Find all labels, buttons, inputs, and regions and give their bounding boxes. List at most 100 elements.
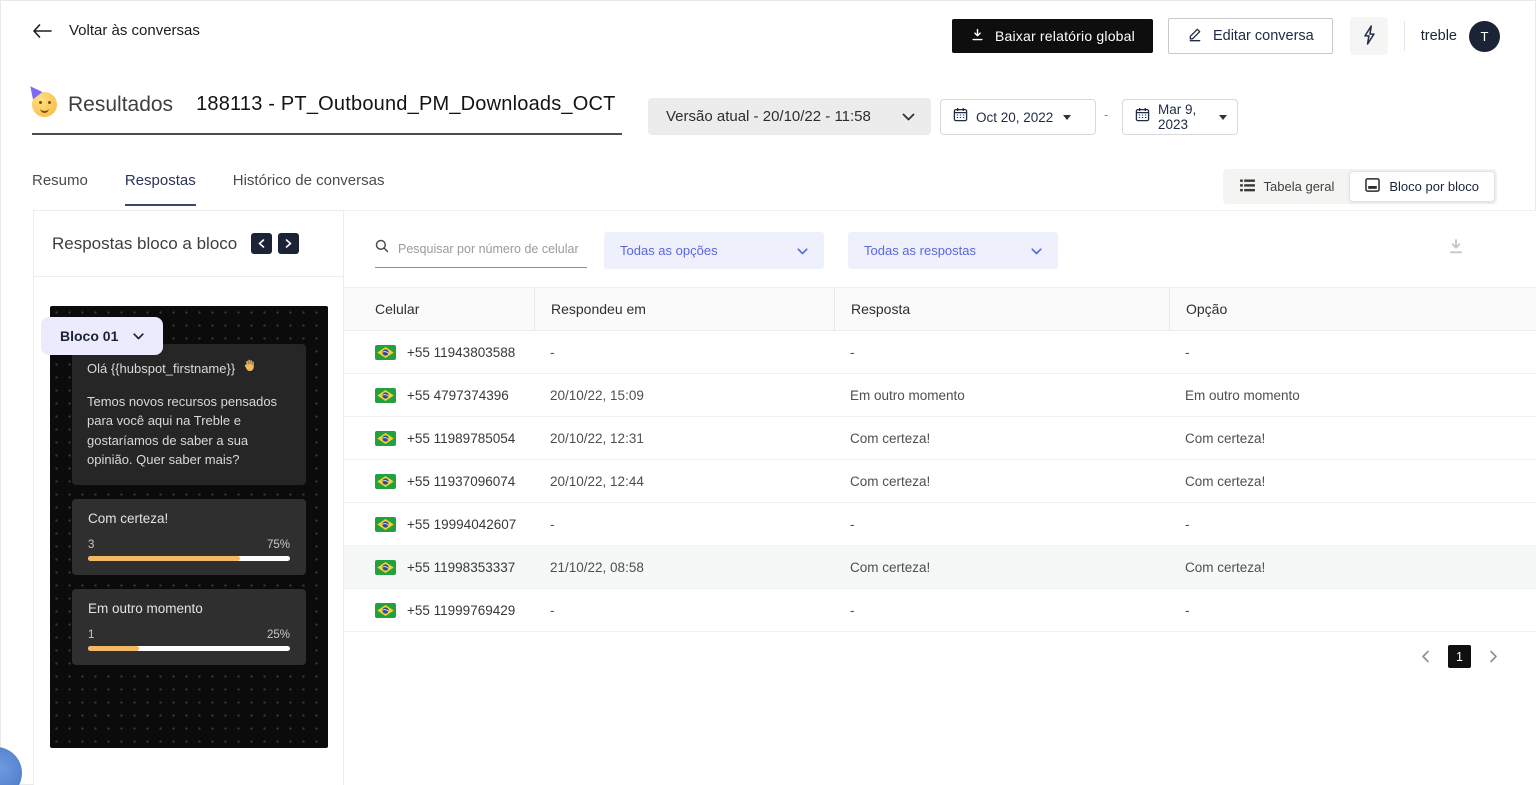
toggle-bloco-por-bloco[interactable]: Bloco por bloco (1349, 171, 1495, 202)
toggle-tabela-geral-label: Tabela geral (1264, 179, 1335, 194)
block-selector-value: Bloco 01 (60, 328, 118, 344)
conversation-title: 188113 - PT_Outbound_PM_Downloads_OCT (196, 93, 616, 116)
chat-widget-bubble[interactable] (0, 747, 22, 785)
table-header: Celular Respondeu em Resposta Opção (344, 288, 1536, 331)
back-label: Voltar às conversas (69, 22, 200, 39)
options-filter-value: Todas as opções (620, 243, 718, 258)
table-row[interactable]: +55 11998353337 21/10/22, 08:58 Com cert… (344, 546, 1536, 589)
back-arrow-icon[interactable] (32, 24, 52, 38)
option-percent: 25% (267, 629, 290, 641)
date-from-value: Oct 20, 2022 (976, 110, 1053, 125)
cell-respondeu-em: 21/10/22, 08:58 (534, 546, 834, 588)
cell-respondeu-em: - (534, 331, 834, 373)
responses-filter-dropdown[interactable]: Todas as respostas (848, 232, 1058, 269)
cell-resposta: - (834, 503, 1169, 545)
column-header-respondeu-em: Respondeu em (534, 288, 834, 330)
tab-hist-rico-de-conversas[interactable]: Histórico de conversas (233, 172, 385, 206)
results-label: Resultados (68, 93, 173, 117)
cell-opcao: - (1169, 331, 1536, 373)
block-panel-header: Respostas bloco a bloco (34, 211, 343, 277)
cell-celular: +55 11937096074 (344, 460, 534, 502)
export-table-button[interactable] (1446, 236, 1466, 259)
cell-celular: +55 11998353337 (344, 546, 534, 588)
cell-respondeu-em: - (534, 503, 834, 545)
party-hat-icon (26, 83, 43, 100)
block-responses-panel: Respostas bloco a bloco Bloco 01 (33, 210, 344, 785)
lightning-bolt-icon (1360, 24, 1378, 49)
block-option-card: Em outro momento 1 25% (72, 589, 306, 665)
block-icon (1365, 178, 1380, 195)
cell-opcao: Com certeza! (1169, 546, 1536, 588)
toggle-bloco-por-bloco-label: Bloco por bloco (1389, 179, 1479, 194)
previous-page-button[interactable] (1421, 650, 1430, 663)
cell-celular: +55 11943803588 (344, 331, 534, 373)
block-option-card: Com certeza! 3 75% (72, 499, 306, 575)
back-to-conversations[interactable]: Voltar às conversas (32, 22, 200, 39)
table-row[interactable]: +55 4797374396 20/10/22, 15:09 Em outro … (344, 374, 1536, 417)
brazil-flag-icon (375, 431, 396, 446)
block-options: Com certeza! 3 75% Em outro momento 1 25… (72, 499, 306, 665)
chevron-down-icon (133, 327, 144, 345)
search-icon (375, 239, 389, 258)
option-percent: 75% (267, 539, 290, 551)
cell-respondeu-em: 20/10/22, 15:09 (534, 374, 834, 416)
toggle-tabela-geral[interactable]: Tabela geral (1225, 171, 1350, 202)
message-greeting: Olá {{hubspot_firstname}} (87, 358, 291, 379)
version-dropdown[interactable]: Versão atual - 20/10/22 - 11:58 (648, 98, 931, 135)
table-list-icon (1240, 179, 1255, 195)
table-row[interactable]: +55 11937096074 20/10/22, 12:44 Com cert… (344, 460, 1536, 503)
option-stats: 3 75% (88, 539, 290, 551)
table-row[interactable]: +55 11999769429 - - - (344, 589, 1536, 632)
phone-number: +55 11999769429 (407, 603, 515, 618)
next-page-button[interactable] (1489, 650, 1498, 663)
block-selector-dropdown[interactable]: Bloco 01 (41, 317, 163, 355)
message-preview-card: Olá {{hubspot_firstname}} Temos novos re… (50, 306, 328, 748)
chevron-down-icon (797, 243, 808, 258)
download-icon (1446, 244, 1466, 259)
avatar[interactable]: T (1469, 21, 1500, 52)
search-input[interactable] (398, 242, 587, 256)
tab-resumo[interactable]: Resumo (32, 172, 88, 206)
edit-conversation-label: Editar conversa (1213, 28, 1314, 44)
download-global-report-label: Baixar relatório global (995, 28, 1135, 44)
waving-hand-icon (242, 358, 257, 379)
cell-opcao: Em outro momento (1169, 374, 1536, 416)
cell-opcao: Com certeza! (1169, 417, 1536, 459)
cell-resposta: Em outro momento (834, 374, 1169, 416)
option-label: Em outro momento (88, 601, 290, 616)
filter-row: Todas as opções Todas as respostas (344, 211, 1536, 288)
date-to-picker[interactable]: Mar 9, 2023 (1122, 99, 1238, 135)
cell-resposta: Com certeza! (834, 417, 1169, 459)
account-name: treble (1421, 28, 1457, 44)
greeting-text: Olá {{hubspot_firstname}} (87, 359, 235, 379)
current-page[interactable]: 1 (1448, 645, 1471, 668)
lightning-button[interactable] (1350, 17, 1388, 55)
cell-opcao: Com certeza! (1169, 460, 1536, 502)
title-row: Resultados 188113 - PT_Outbound_PM_Downl… (0, 88, 1536, 148)
cell-resposta: Com certeza! (834, 460, 1169, 502)
cell-respondeu-em: 20/10/22, 12:44 (534, 460, 834, 502)
next-block-button[interactable] (278, 233, 299, 254)
top-bar: Voltar às conversas Baixar relatório glo… (0, 0, 1536, 68)
title-underline (32, 133, 622, 135)
table-row[interactable]: +55 11943803588 - - - (344, 331, 1536, 374)
caret-down-icon (1063, 115, 1071, 120)
table-row[interactable]: +55 11989785054 20/10/22, 12:31 Com cert… (344, 417, 1536, 460)
results-page: Voltar às conversas Baixar relatório glo… (0, 0, 1536, 785)
download-global-report-button[interactable]: Baixar relatório global (952, 19, 1153, 53)
account-menu[interactable]: treble T (1421, 21, 1500, 52)
cell-resposta: - (834, 589, 1169, 631)
tab-respostas[interactable]: Respostas (125, 172, 196, 206)
phone-number: +55 11937096074 (407, 474, 515, 489)
phone-search (375, 239, 587, 268)
previous-block-button[interactable] (251, 233, 272, 254)
cell-celular: +55 11989785054 (344, 417, 534, 459)
tabs: Resumo Respostas Histórico de conversas (32, 172, 384, 206)
edit-conversation-button[interactable]: Editar conversa (1168, 18, 1333, 54)
date-from-picker[interactable]: Oct 20, 2022 (940, 99, 1096, 135)
message-body: Temos novos recursos pensados para você … (87, 392, 291, 470)
column-header-celular: Celular (344, 288, 534, 330)
message-bubble: Olá {{hubspot_firstname}} Temos novos re… (72, 344, 306, 485)
table-row[interactable]: +55 19994042607 - - - (344, 503, 1536, 546)
options-filter-dropdown[interactable]: Todas as opções (604, 232, 824, 269)
